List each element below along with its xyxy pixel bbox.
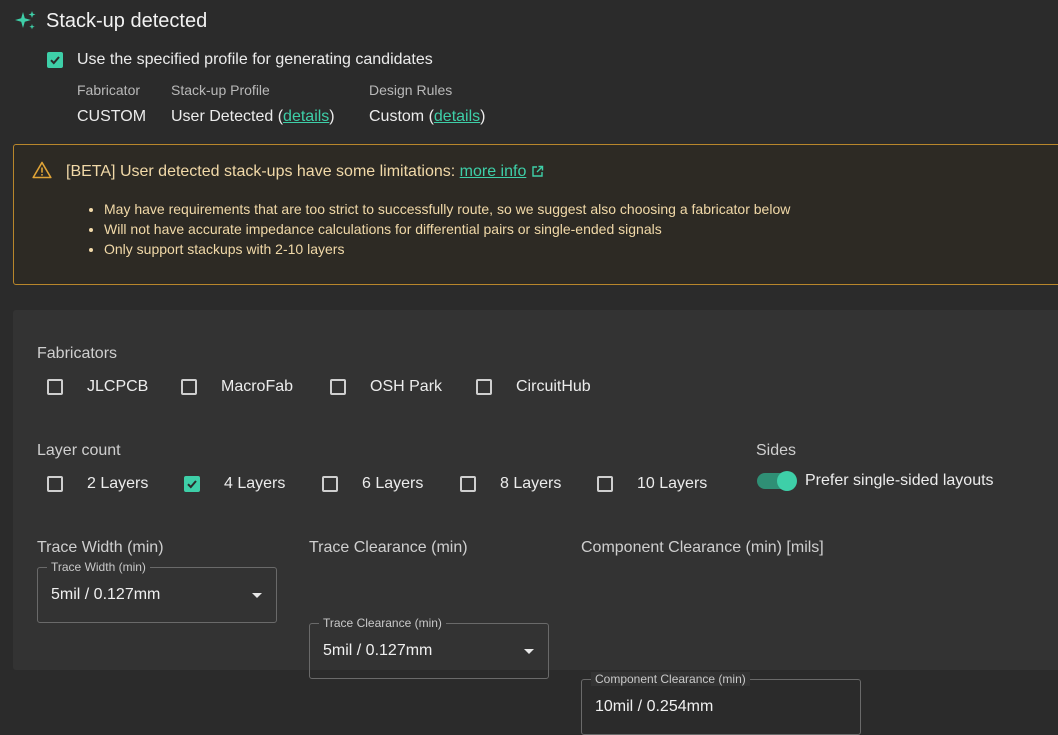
osh-park-label: OSH Park [370,378,443,395]
check-icon [50,56,60,65]
fabricator-option-jlcpcb[interactable]: JLCPCB [47,378,148,396]
layer-option-10[interactable]: 10 Layers [597,475,707,493]
layers-4-label: 4 Layers [224,475,286,492]
sparkle-icon [14,9,38,33]
design-rules-header: Design Rules [369,82,453,98]
fabricator-header: Fabricator [77,82,141,98]
toggle-knob [777,471,797,491]
list-item: Only support stackups with 2-10 layers [104,239,790,259]
trace-clearance-legend: Trace Clearance (min) [319,616,446,630]
macrofab-checkbox[interactable] [181,379,197,395]
sides-label: Sides [756,442,797,459]
fabricator-value: CUSTOM [77,108,147,125]
layers-2-label: 2 Layers [87,475,149,492]
more-info-label: more info [459,162,527,180]
external-link-icon [531,165,544,183]
use-profile-row[interactable]: Use the specified profile for generating… [47,51,433,69]
layers-2-checkbox[interactable] [47,476,63,492]
design-rules-text: Custom ( [369,108,434,125]
stackup-profile-text: User Detected ( [171,108,284,125]
section-header: Stack-up detected [14,9,207,33]
fabricator-option-macrofab[interactable]: MacroFab [181,378,293,396]
beta-warning-text: [BETA] User detected stack-ups have some… [66,163,544,183]
trace-width-select[interactable]: Trace Width (min) 5mil / 0.127mm [37,560,277,623]
layers-8-checkbox[interactable] [460,476,476,492]
macrofab-label: MacroFab [221,378,294,395]
design-rules-suffix: ) [480,108,486,125]
single-sided-toggle[interactable] [757,471,797,491]
more-info-link[interactable]: more info [460,163,527,180]
design-rules-value: Custom (details) [369,108,485,126]
trace-clearance-select[interactable]: Trace Clearance (min) 5mil / 0.127mm [309,616,549,679]
layers-10-label: 10 Layers [637,475,708,492]
circuithub-label: CircuitHub [516,378,591,395]
layer-option-6[interactable]: 6 Layers [322,475,423,493]
trace-clearance-title: Trace Clearance (min) [309,539,468,556]
design-rules-details-link[interactable]: details [434,108,480,125]
stackup-profile-header: Stack-up Profile [171,82,270,98]
layer-option-8[interactable]: 8 Layers [460,475,561,493]
layers-10-checkbox[interactable] [597,476,613,492]
component-clearance-input[interactable]: Component Clearance (min) 10mil / 0.254m… [581,672,861,735]
section-title: Stack-up detected [46,9,208,32]
trace-width-legend: Trace Width (min) [47,560,150,574]
layers-4-checkbox[interactable] [184,476,200,492]
beta-warning-row: [BETA] User detected stack-ups have some… [32,161,544,184]
stackup-details-link[interactable]: details [283,108,329,125]
layers-6-label: 6 Layers [362,475,424,492]
component-clearance-value: 10mil / 0.254mm [595,698,714,715]
chevron-down-icon [252,593,262,598]
jlcpcb-checkbox[interactable] [47,379,63,395]
layers-6-checkbox[interactable] [322,476,338,492]
single-sided-label: Prefer single-sided layouts [805,472,994,489]
warning-icon [32,161,52,184]
component-clearance-title: Component Clearance (min) [mils] [581,539,824,556]
layer-count-label: Layer count [37,442,121,459]
trace-width-value: 5mil / 0.127mm [51,586,161,603]
jlcpcb-label: JLCPCB [87,378,149,395]
use-profile-label: Use the specified profile for generating… [77,51,433,68]
beta-message: [BETA] User detected stack-ups have some… [66,162,456,180]
layers-8-label: 8 Layers [500,475,562,492]
component-clearance-legend: Component Clearance (min) [591,672,750,686]
trace-clearance-value: 5mil / 0.127mm [323,642,433,659]
beta-limitations-list: May have requirements that are too stric… [86,199,790,259]
list-item: May have requirements that are too stric… [104,199,790,219]
layer-option-4[interactable]: 4 Layers [184,475,285,493]
use-profile-checkbox[interactable] [47,52,63,68]
list-item: Will not have accurate impedance calcula… [104,219,790,239]
fabricator-option-osh-park[interactable]: OSH Park [330,378,442,396]
circuithub-checkbox[interactable] [476,379,492,395]
fabricators-label: Fabricators [37,345,118,362]
check-icon [187,480,197,489]
trace-width-title: Trace Width (min) [37,539,164,556]
stackup-profile-value: User Detected (details) [171,108,335,126]
layer-option-2[interactable]: 2 Layers [47,475,148,493]
fabricator-option-circuithub[interactable]: CircuitHub [476,378,591,396]
osh-park-checkbox[interactable] [330,379,346,395]
stackup-profile-suffix: ) [329,108,335,125]
single-sided-toggle-row[interactable]: Prefer single-sided layouts [757,471,994,491]
beta-warning-box: [BETA] User detected stack-ups have some… [13,144,1058,285]
